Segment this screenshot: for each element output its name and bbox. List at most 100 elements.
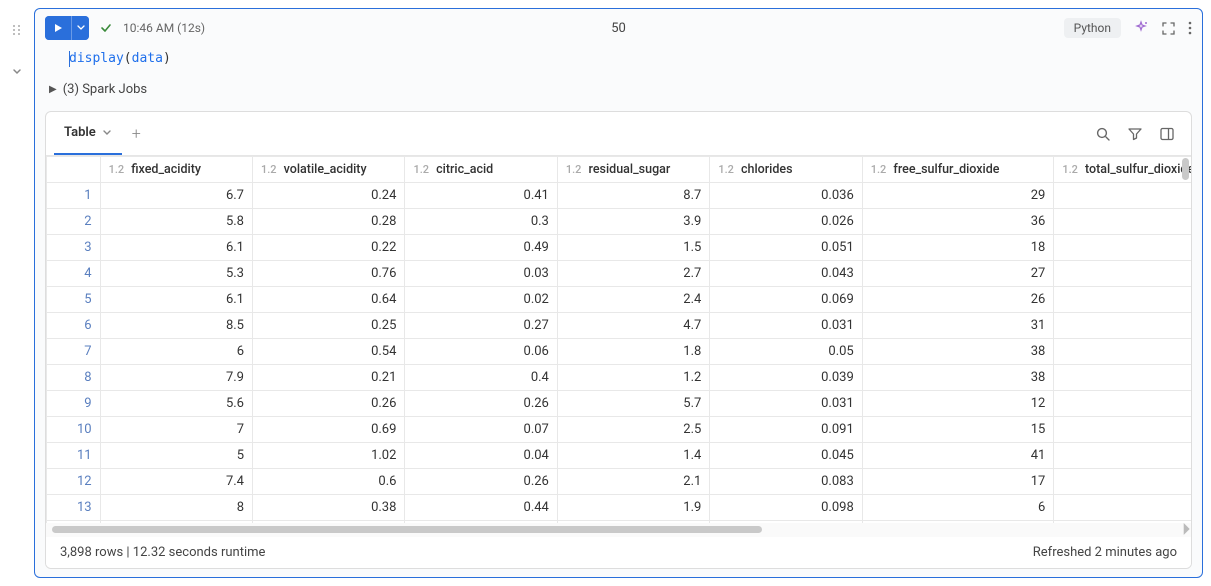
data-cell[interactable]: 9 bbox=[1054, 261, 1191, 287]
column-header-chlorides[interactable]: 1.2 chlorides bbox=[710, 157, 862, 183]
data-cell[interactable]: 2 bbox=[1054, 417, 1191, 443]
data-cell[interactable]: 0.06 bbox=[405, 339, 557, 365]
rownum-cell[interactable]: 5 bbox=[47, 287, 101, 313]
data-cell[interactable]: 41 bbox=[862, 443, 1054, 469]
table-row[interactable]: 68.50.250.274.70.031319 bbox=[47, 313, 1192, 339]
data-cell[interactable]: 9 bbox=[1054, 313, 1191, 339]
run-dropdown-button[interactable] bbox=[71, 16, 89, 40]
table-row[interactable]: 1380.380.441.90.09861 bbox=[47, 495, 1192, 521]
assistant-sparkle-icon[interactable] bbox=[1133, 20, 1149, 36]
data-cell[interactable]: 0.41 bbox=[405, 183, 557, 209]
data-cell[interactable]: 5.8 bbox=[100, 209, 252, 235]
data-cell[interactable]: 1 bbox=[1054, 495, 1191, 521]
data-cell[interactable]: 5.6 bbox=[100, 391, 252, 417]
data-cell[interactable]: 0.27 bbox=[405, 313, 557, 339]
table-row[interactable]: 45.30.760.032.70.043279 bbox=[47, 261, 1192, 287]
rownum-cell[interactable]: 4 bbox=[47, 261, 101, 287]
data-cell[interactable]: 0.083 bbox=[710, 469, 862, 495]
rownum-cell[interactable]: 6 bbox=[47, 313, 101, 339]
data-cell[interactable]: 29 bbox=[862, 183, 1054, 209]
data-cell[interactable]: 5.7 bbox=[557, 391, 709, 417]
rownum-cell[interactable]: 9 bbox=[47, 391, 101, 417]
data-cell[interactable]: 0.05 bbox=[710, 339, 862, 365]
data-cell[interactable]: 6.1 bbox=[100, 287, 252, 313]
data-cell[interactable]: 0.26 bbox=[253, 391, 405, 417]
run-button[interactable] bbox=[45, 16, 71, 40]
data-cell[interactable]: 0.026 bbox=[710, 209, 862, 235]
data-cell[interactable]: 1.8 bbox=[557, 339, 709, 365]
data-cell[interactable]: 0.6 bbox=[253, 469, 405, 495]
data-cell[interactable]: 0.036 bbox=[710, 183, 862, 209]
data-cell[interactable]: 0.3 bbox=[405, 209, 557, 235]
data-cell[interactable]: 17 bbox=[862, 469, 1054, 495]
data-cell[interactable]: 4 bbox=[1054, 287, 1191, 313]
data-cell[interactable]: 38 bbox=[862, 339, 1054, 365]
column-header-fixed_acidity[interactable]: 1.2 fixed_acidity bbox=[100, 157, 252, 183]
data-cell[interactable]: 1.5 bbox=[557, 235, 709, 261]
table-row[interactable]: 1070.690.072.50.091152 bbox=[47, 417, 1192, 443]
data-cell[interactable]: 1.02 bbox=[253, 443, 405, 469]
data-cell[interactable]: 9 bbox=[1054, 469, 1191, 495]
data-cell[interactable]: 2.1 bbox=[557, 469, 709, 495]
data-cell[interactable]: 6.1 bbox=[100, 235, 252, 261]
table-row[interactable]: 127.40.60.262.10.083179 bbox=[47, 469, 1192, 495]
data-cell[interactable]: 7.9 bbox=[100, 365, 252, 391]
tab-table[interactable]: Table bbox=[54, 112, 122, 155]
data-cell[interactable]: 5 bbox=[100, 443, 252, 469]
data-cell[interactable]: 0.4 bbox=[405, 365, 557, 391]
data-cell[interactable]: 38 bbox=[862, 365, 1054, 391]
kebab-menu-icon[interactable] bbox=[1188, 21, 1192, 35]
rownum-cell[interactable]: 8 bbox=[47, 365, 101, 391]
code-editor[interactable]: display(data) bbox=[35, 47, 1202, 74]
data-cell[interactable]: 0.22 bbox=[253, 235, 405, 261]
data-cell[interactable]: 2.7 bbox=[557, 261, 709, 287]
data-cell[interactable]: 8 bbox=[100, 495, 252, 521]
data-cell[interactable]: 18 bbox=[862, 235, 1054, 261]
data-cell[interactable]: 0.21 bbox=[253, 365, 405, 391]
data-cell[interactable]: 0.043 bbox=[710, 261, 862, 287]
data-cell[interactable]: 26 bbox=[862, 287, 1054, 313]
rownum-cell[interactable]: 7 bbox=[47, 339, 101, 365]
data-cell[interactable]: 0.54 bbox=[253, 339, 405, 365]
data-cell[interactable]: 0.24 bbox=[253, 183, 405, 209]
data-cell[interactable]: 8.5 bbox=[100, 313, 252, 339]
data-cell[interactable]: 0.26 bbox=[405, 469, 557, 495]
data-cell[interactable]: 0.02 bbox=[405, 287, 557, 313]
data-cell[interactable]: 6.7 bbox=[100, 183, 252, 209]
data-cell[interactable]: 1.4 bbox=[557, 443, 709, 469]
data-cell[interactable]: 7.4 bbox=[100, 469, 252, 495]
rownum-cell[interactable]: 10 bbox=[47, 417, 101, 443]
data-cell[interactable]: 8 bbox=[1054, 443, 1191, 469]
data-grid[interactable]: 1.2 fixed_acidity1.2 volatile_acidity 1.2… bbox=[46, 156, 1191, 523]
table-row[interactable]: 16.70.240.418.70.0362914 bbox=[47, 183, 1192, 209]
data-cell[interactable]: 0.38 bbox=[253, 495, 405, 521]
data-cell[interactable]: 15 bbox=[862, 417, 1054, 443]
column-header-volatile_acidity[interactable]: 1.2 volatile_acidity bbox=[253, 157, 405, 183]
data-cell[interactable]: 1.9 bbox=[557, 495, 709, 521]
filter-icon[interactable] bbox=[1127, 126, 1143, 142]
column-header-free_sulfur_dioxide[interactable]: 1.2 free_sulfur_dioxide bbox=[862, 157, 1054, 183]
data-cell[interactable]: 8 bbox=[1054, 235, 1191, 261]
column-header-total_sulfur_dioxide[interactable]: 1.2 total_sulfur_dioxide bbox=[1054, 157, 1191, 183]
data-cell[interactable]: 0.69 bbox=[253, 417, 405, 443]
language-pill[interactable]: Python bbox=[1064, 18, 1121, 38]
data-cell[interactable]: 31 bbox=[862, 313, 1054, 339]
data-cell[interactable]: 0.039 bbox=[710, 365, 862, 391]
rownum-cell[interactable]: 1 bbox=[47, 183, 101, 209]
data-cell[interactable]: 7 bbox=[100, 417, 252, 443]
rownum-header[interactable] bbox=[47, 157, 101, 183]
rownum-cell[interactable]: 2 bbox=[47, 209, 101, 235]
table-row[interactable]: 36.10.220.491.50.051188 bbox=[47, 235, 1192, 261]
rownum-cell[interactable]: 11 bbox=[47, 443, 101, 469]
data-cell[interactable]: 8 bbox=[1054, 391, 1191, 417]
data-cell[interactable]: 6 bbox=[100, 339, 252, 365]
rownum-cell[interactable]: 13 bbox=[47, 495, 101, 521]
data-cell[interactable]: 0.28 bbox=[253, 209, 405, 235]
data-cell[interactable]: 36 bbox=[862, 209, 1054, 235]
column-header-residual_sugar[interactable]: 1.2 residual_sugar bbox=[557, 157, 709, 183]
data-cell[interactable]: 0.098 bbox=[710, 495, 862, 521]
data-cell[interactable]: 8 bbox=[1054, 339, 1191, 365]
data-cell[interactable]: 8.7 bbox=[557, 183, 709, 209]
table-row[interactable]: 1151.020.041.40.045418 bbox=[47, 443, 1192, 469]
collapse-chevron-icon[interactable] bbox=[11, 66, 23, 78]
